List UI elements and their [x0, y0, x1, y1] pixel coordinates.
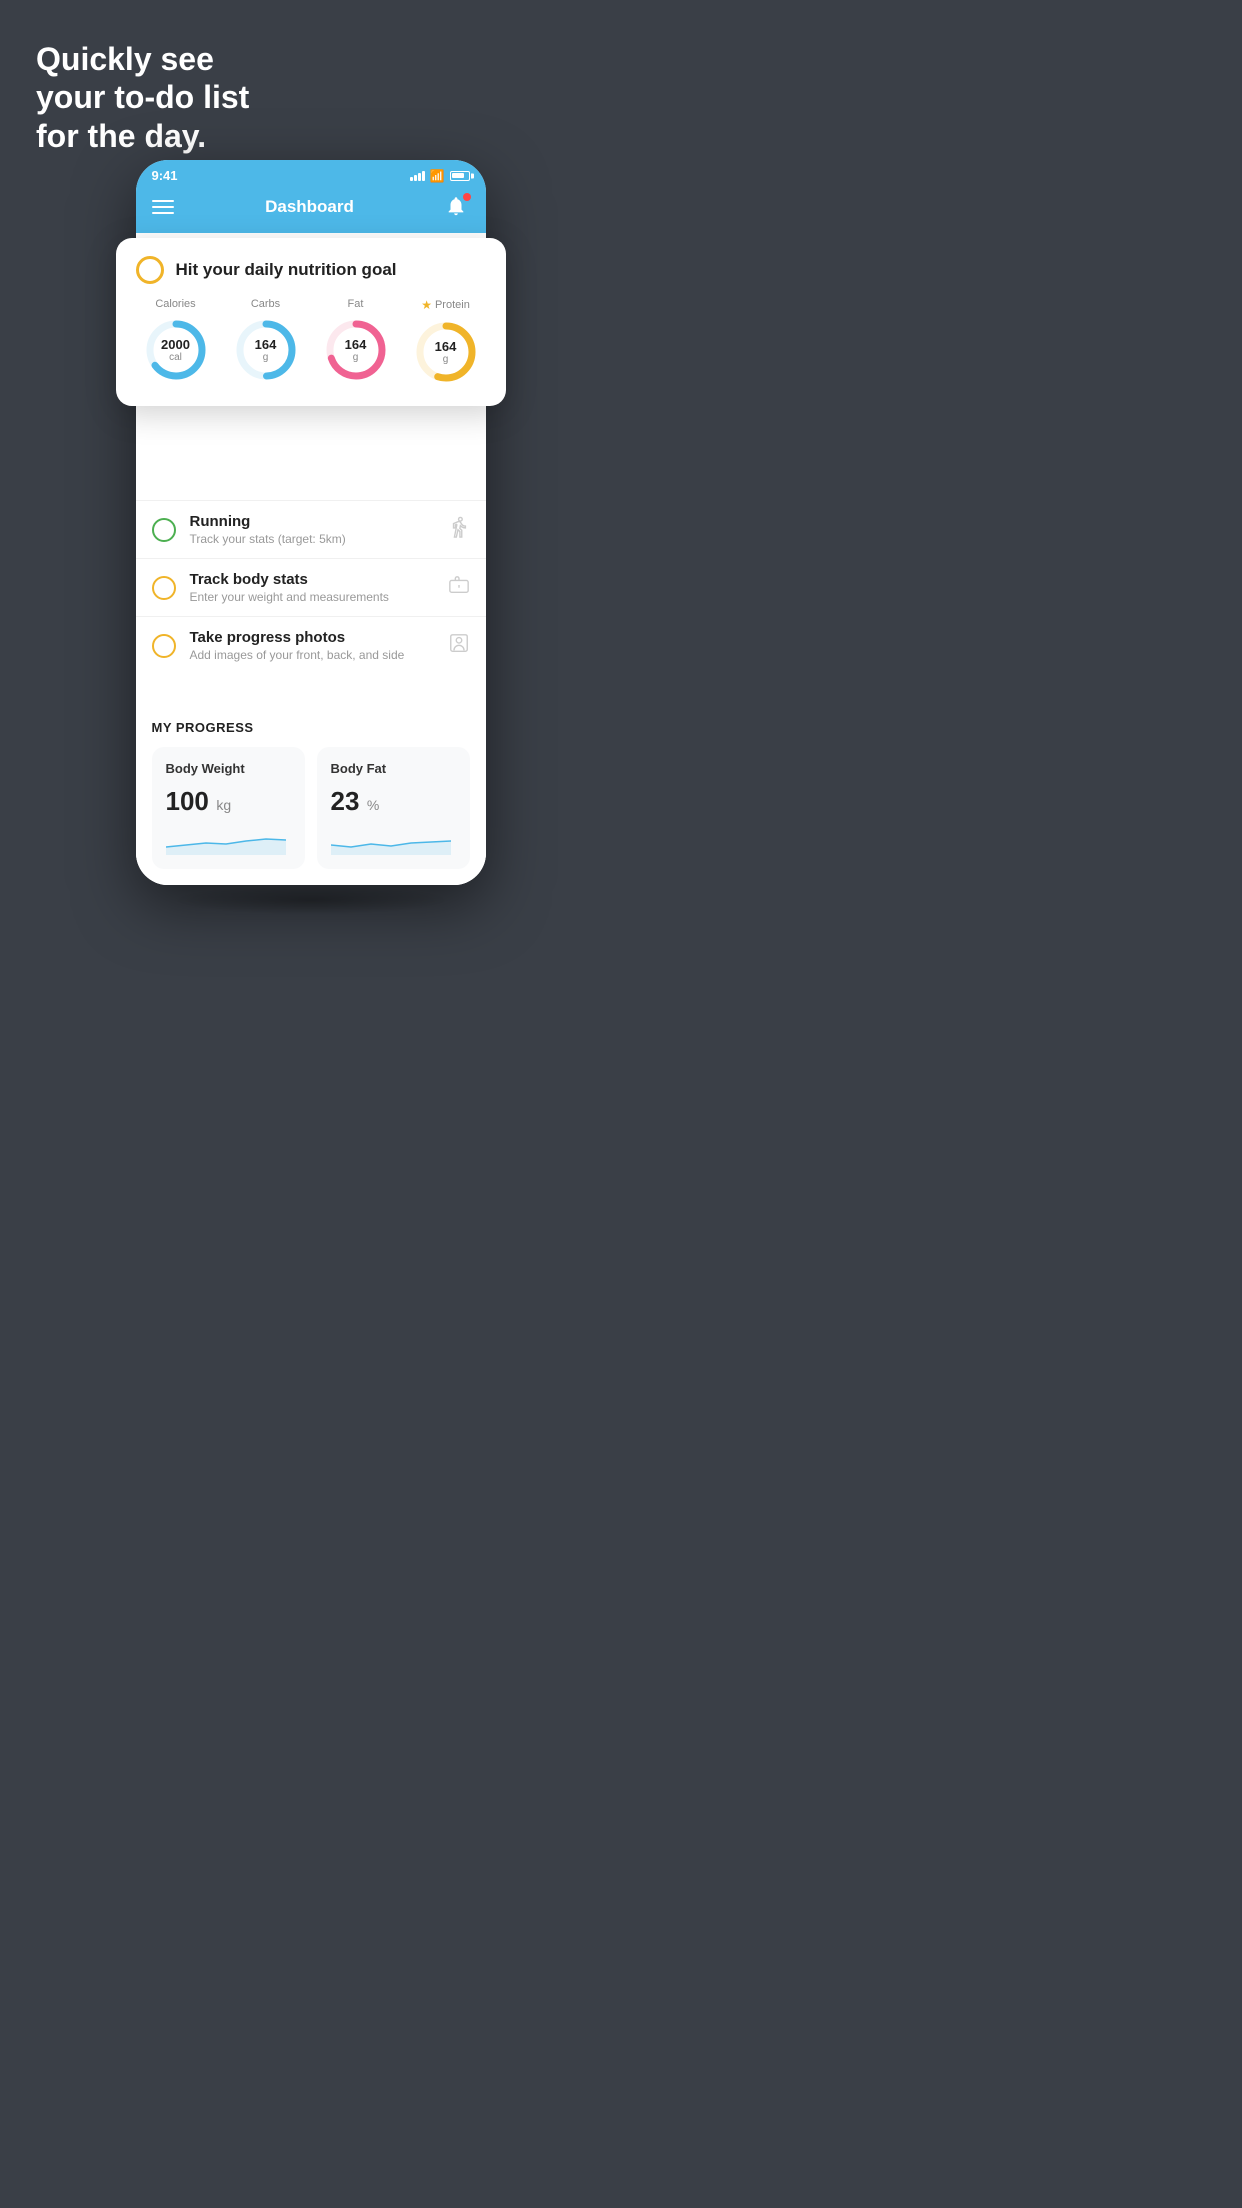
protein-donut: 164 g	[412, 318, 480, 386]
progress-section: MY PROGRESS Body Weight 100 kg	[136, 704, 486, 885]
nutrition-calories: Calories 2000 cal	[142, 298, 210, 386]
notification-bell[interactable]	[445, 195, 469, 219]
battery-icon	[450, 171, 470, 181]
body-weight-card[interactable]: Body Weight 100 kg	[152, 747, 305, 869]
body-weight-unit: kg	[216, 797, 231, 813]
phone-shadow	[171, 885, 451, 915]
hero-line3: for the day.	[36, 117, 249, 155]
status-time: 9:41	[152, 168, 178, 183]
status-bar: 9:41 📶	[136, 160, 486, 187]
hero-line1: Quickly see	[36, 40, 249, 78]
todo-item-running[interactable]: Running Track your stats (target: 5km)	[136, 500, 486, 558]
nutrition-card: Hit your daily nutrition goal Calories 2…	[116, 238, 506, 406]
hero-line2: your to-do list	[36, 78, 249, 116]
todo-item-photos[interactable]: Take progress photos Add images of your …	[136, 616, 486, 674]
nutrition-row: Calories 2000 cal Carbs	[136, 298, 486, 386]
carbs-donut: 164 g	[232, 316, 300, 384]
body-weight-chart	[166, 825, 291, 855]
todo-sub-photos: Add images of your front, back, and side	[190, 648, 434, 662]
app-header: Dashboard	[136, 187, 486, 233]
todo-item-body-stats[interactable]: Track body stats Enter your weight and m…	[136, 558, 486, 616]
body-fat-value: 23	[331, 786, 360, 816]
body-weight-value: 100	[166, 786, 209, 816]
hamburger-menu[interactable]	[152, 200, 174, 214]
card-check-circle	[136, 256, 164, 284]
progress-cards: Body Weight 100 kg	[152, 747, 470, 869]
fat-donut: 164 g	[322, 316, 390, 384]
running-icon	[448, 516, 470, 543]
todo-check-body-stats	[152, 576, 176, 600]
protein-star: ★	[421, 298, 432, 312]
carbs-label: Carbs	[251, 298, 280, 310]
todo-title-photos: Take progress photos	[190, 629, 434, 646]
todo-sub-body-stats: Enter your weight and measurements	[190, 590, 434, 604]
card-header: Hit your daily nutrition goal	[136, 256, 486, 284]
calories-label: Calories	[155, 298, 195, 310]
body-weight-label: Body Weight	[166, 761, 291, 776]
status-icons: 📶	[410, 169, 470, 183]
body-fat-unit: %	[367, 797, 379, 813]
todo-title-body-stats: Track body stats	[190, 571, 434, 588]
scale-icon	[448, 574, 470, 601]
wifi-icon: 📶	[430, 169, 445, 183]
nutrition-carbs: Carbs 164 g	[232, 298, 300, 386]
notification-dot	[463, 193, 471, 201]
todo-check-photos	[152, 634, 176, 658]
nutrition-fat: Fat 164 g	[322, 298, 390, 386]
body-fat-label: Body Fat	[331, 761, 456, 776]
body-fat-card[interactable]: Body Fat 23 %	[317, 747, 470, 869]
nutrition-protein: ★ Protein 164 g	[412, 298, 480, 386]
hero-text: Quickly see your to-do list for the day.	[36, 40, 249, 155]
calories-donut: 2000 cal	[142, 316, 210, 384]
todo-sub-running: Track your stats (target: 5km)	[190, 532, 434, 546]
progress-title: MY PROGRESS	[152, 720, 470, 735]
body-fat-chart	[331, 825, 456, 855]
todo-check-running	[152, 518, 176, 542]
protein-label: ★ Protein	[421, 298, 470, 312]
fat-label: Fat	[348, 298, 364, 310]
header-title: Dashboard	[265, 197, 354, 217]
card-title: Hit your daily nutrition goal	[176, 260, 397, 280]
portrait-icon	[448, 632, 470, 659]
todo-title-running: Running	[190, 513, 434, 530]
signal-icon	[410, 171, 425, 181]
